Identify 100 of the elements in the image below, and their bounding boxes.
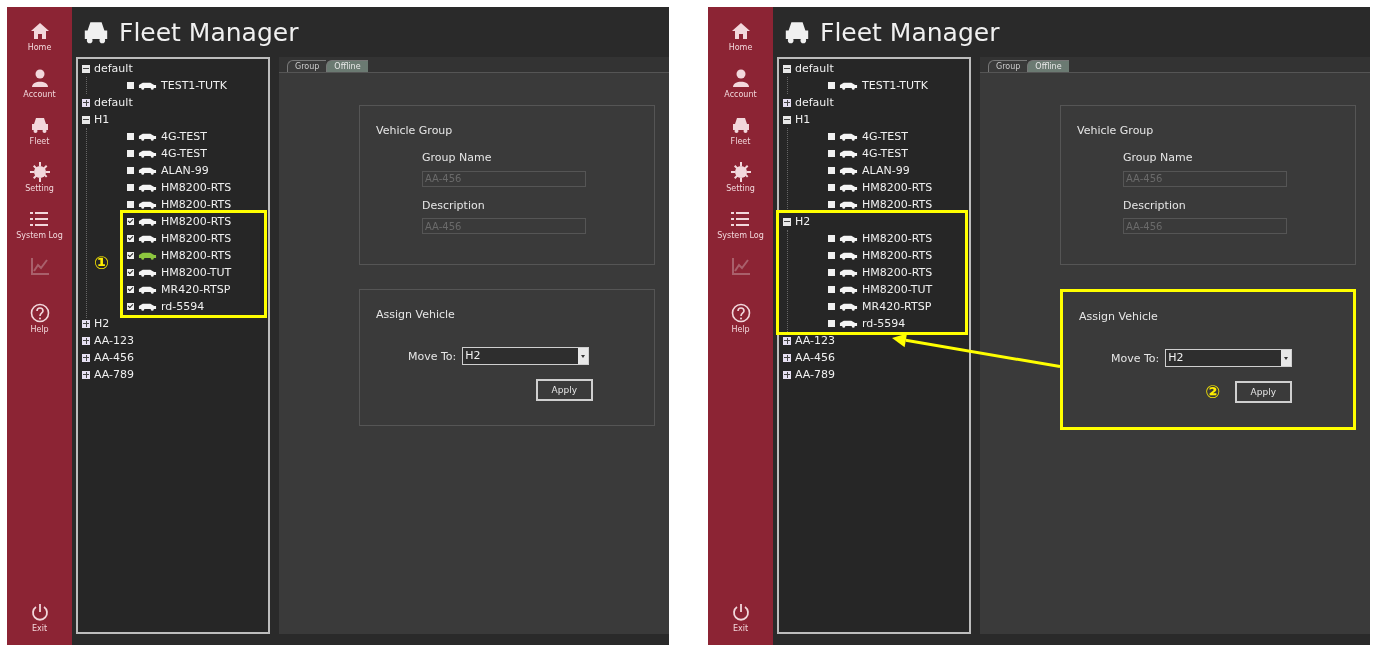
checkbox[interactable] — [828, 286, 835, 293]
nav-item[interactable]: Setting — [726, 162, 755, 199]
nav-item[interactable]: Fleet — [730, 115, 751, 152]
checkbox[interactable] — [828, 150, 835, 157]
exit-button[interactable]: Exit — [730, 602, 751, 639]
vehicle-label[interactable]: TEST1-TUTK — [161, 80, 228, 91]
checkbox[interactable] — [127, 235, 134, 242]
checkbox[interactable] — [127, 167, 134, 174]
vehicle-label[interactable]: HM8200-RTS — [161, 182, 232, 193]
group-label[interactable]: H2 — [795, 216, 811, 227]
vehicle-label[interactable]: HM8200-RTS — [862, 250, 933, 261]
vehicle-label[interactable]: 4G-TEST — [161, 131, 207, 142]
checkbox[interactable] — [127, 150, 134, 157]
checkbox[interactable] — [828, 167, 835, 174]
vehicle-label[interactable]: HM8200-RTS — [161, 216, 232, 227]
collapse-icon[interactable] — [783, 64, 791, 73]
apply-button[interactable]: Apply — [1234, 381, 1292, 403]
checkbox[interactable] — [127, 303, 134, 310]
checkbox[interactable] — [828, 269, 835, 276]
group-label[interactable]: AA-456 — [795, 352, 836, 363]
checkbox[interactable] — [828, 184, 835, 191]
group-label[interactable]: default — [795, 97, 834, 108]
vehicle-label[interactable]: HM8200-RTS — [862, 182, 933, 193]
vehicle-label[interactable]: HM8200-TUT — [862, 284, 933, 295]
nav-item[interactable]: Fleet — [29, 115, 50, 152]
chart-icon — [730, 256, 751, 276]
group-label[interactable]: AA-789 — [795, 369, 836, 380]
checkbox[interactable] — [828, 82, 835, 89]
checkbox[interactable] — [127, 82, 134, 89]
expand-icon[interactable] — [82, 98, 90, 107]
group-label[interactable]: AA-456 — [94, 352, 135, 363]
group-label[interactable]: default — [94, 63, 133, 74]
expand-icon[interactable] — [82, 336, 90, 345]
checkbox[interactable] — [828, 252, 835, 259]
vehicle-label[interactable]: MR420-RTSP — [862, 301, 932, 312]
nav-item[interactable]: Home — [27, 21, 52, 58]
checkbox[interactable] — [127, 133, 134, 140]
collapse-icon[interactable] — [783, 115, 791, 124]
tab[interactable]: Group — [988, 60, 1028, 72]
dropdown[interactable]: H2 — [1165, 349, 1293, 367]
checkbox[interactable] — [127, 269, 134, 276]
checkbox[interactable] — [828, 235, 835, 242]
checkbox[interactable] — [127, 286, 134, 293]
apply-button[interactable]: Apply — [535, 379, 593, 401]
tab[interactable]: Offline — [1027, 60, 1069, 72]
vehicle-label[interactable]: ALAN-99 — [862, 165, 910, 176]
expand-icon[interactable] — [783, 370, 791, 379]
vehicle-label[interactable]: rd-5594 — [862, 318, 906, 329]
vehicle-label[interactable]: rd-5594 — [161, 301, 205, 312]
nav-item[interactable]: System Log — [16, 209, 63, 246]
dropdown[interactable]: H2 — [462, 347, 590, 365]
expand-icon[interactable] — [783, 336, 791, 345]
vehicle-label[interactable]: 4G-TEST — [862, 148, 908, 159]
vehicle-label[interactable]: HM8200-TUT — [161, 267, 232, 278]
vehicle-label[interactable]: 4G-TEST — [161, 148, 207, 159]
group-label[interactable]: AA-789 — [94, 369, 135, 380]
vehicle-label[interactable]: HM8200-RTS — [161, 250, 232, 261]
vehicle-label[interactable]: HM8200-RTS — [161, 233, 232, 244]
nav-item[interactable]: Account — [724, 68, 757, 105]
vehicle-label[interactable]: ALAN-99 — [161, 165, 209, 176]
nav-item[interactable]: Setting — [25, 162, 54, 199]
checkbox[interactable] — [127, 184, 134, 191]
collapse-icon[interactable] — [82, 64, 90, 73]
nav-item[interactable]: System Log — [717, 209, 764, 246]
vehicle-label[interactable]: 4G-TEST — [862, 131, 908, 142]
checkbox[interactable] — [127, 218, 134, 225]
nav-item[interactable]: Help — [730, 303, 751, 340]
expand-icon[interactable] — [82, 370, 90, 379]
group-label[interactable]: H2 — [94, 318, 110, 329]
vehicle-label[interactable]: HM8200-RTS — [862, 199, 933, 210]
group-label[interactable]: AA-123 — [795, 335, 836, 346]
nav-item[interactable]: Account — [23, 68, 56, 105]
checkbox[interactable] — [828, 303, 835, 310]
group-label[interactable]: H1 — [94, 114, 110, 125]
collapse-icon[interactable] — [783, 217, 791, 226]
checkbox[interactable] — [828, 133, 835, 140]
group-label[interactable]: default — [94, 97, 133, 108]
vehicle-label[interactable]: HM8200-RTS — [862, 233, 933, 244]
nav-item[interactable]: Help — [29, 303, 50, 340]
tab[interactable]: Group — [287, 60, 327, 72]
checkbox[interactable] — [127, 252, 134, 259]
nav-item[interactable]: Home — [728, 21, 753, 58]
group-label[interactable]: AA-123 — [94, 335, 135, 346]
tab[interactable]: Offline — [326, 60, 368, 72]
field-label: Move To: — [1111, 351, 1160, 365]
vehicle-label[interactable]: TEST1-TUTK — [862, 80, 929, 91]
vehicle-label[interactable]: MR420-RTSP — [161, 284, 231, 295]
expand-icon[interactable] — [82, 319, 90, 328]
checkbox[interactable] — [828, 201, 835, 208]
expand-icon[interactable] — [82, 353, 90, 362]
checkbox[interactable] — [828, 320, 835, 327]
vehicle-label[interactable]: HM8200-RTS — [862, 267, 933, 278]
exit-button[interactable]: Exit — [29, 602, 50, 639]
vehicle-label[interactable]: HM8200-RTS — [161, 199, 232, 210]
collapse-icon[interactable] — [82, 115, 90, 124]
group-label[interactable]: default — [795, 63, 834, 74]
group-label[interactable]: H1 — [795, 114, 811, 125]
checkbox[interactable] — [127, 201, 134, 208]
expand-icon[interactable] — [783, 98, 791, 107]
expand-icon[interactable] — [783, 353, 791, 362]
